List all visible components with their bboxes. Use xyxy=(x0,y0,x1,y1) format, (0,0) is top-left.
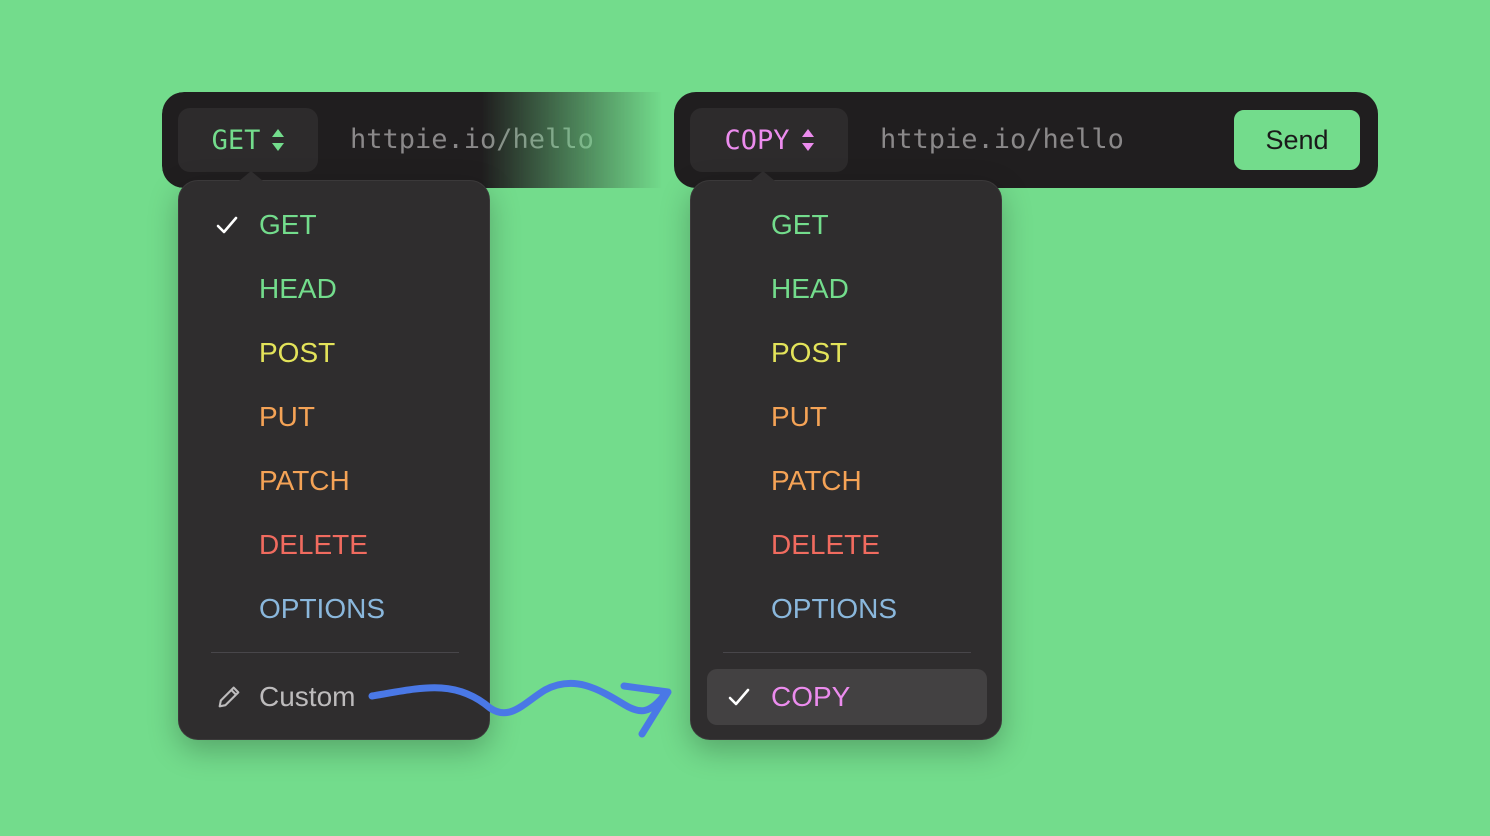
menu-item-label: HEAD xyxy=(259,273,337,304)
url-input[interactable]: httpie.io/hello xyxy=(880,92,1124,188)
pencil-icon xyxy=(218,686,240,708)
method-label: COPY xyxy=(724,124,790,156)
menu-item-label: OPTIONS xyxy=(771,593,898,624)
menu-item-head[interactable]: HEAD xyxy=(707,261,987,317)
menu-item-delete[interactable]: DELETE xyxy=(195,517,475,573)
menu-item-label: PUT xyxy=(771,401,827,432)
menu-item-label: GET xyxy=(771,209,829,240)
menu-item-put[interactable]: PUT xyxy=(195,389,475,445)
menu-item-get[interactable]: GET xyxy=(707,197,987,253)
menu-item-label: Custom xyxy=(259,681,356,712)
menu-item-label: PATCH xyxy=(771,465,862,496)
menu-item-label: DELETE xyxy=(771,529,880,560)
menu-item-copy[interactable]: COPY xyxy=(707,669,987,725)
method-select-button[interactable]: GET xyxy=(178,108,318,172)
menu-item-label: COPY xyxy=(771,681,851,712)
up-down-chevron-icon xyxy=(272,129,285,151)
menu-item-patch[interactable]: PATCH xyxy=(195,453,475,509)
request-bar-left: GET httpie.io/hello xyxy=(162,92,662,188)
send-button[interactable]: Send xyxy=(1232,108,1362,172)
menu-item-post[interactable]: POST xyxy=(707,325,987,381)
curvy-arrow-icon xyxy=(368,679,672,738)
request-bar-right: COPY httpie.io/hello Send xyxy=(674,92,1378,188)
menu-item-label: PATCH xyxy=(259,465,350,496)
menu-item-label: OPTIONS xyxy=(259,593,386,624)
method-select-button[interactable]: COPY xyxy=(690,108,848,172)
url-input[interactable]: httpie.io/hello xyxy=(350,92,594,188)
method-dropdown-menu-right: GET HEAD POST PUT PATCH DELETE OPTIONS C… xyxy=(690,171,1002,740)
menu-item-label: PUT xyxy=(259,401,315,432)
checkmark-icon xyxy=(216,216,238,234)
method-dropdown-menu-left: GET HEAD POST PUT PATCH DELETE OPTIONS C… xyxy=(178,171,490,740)
menu-item-label: POST xyxy=(771,337,848,368)
menu-divider xyxy=(211,652,459,653)
up-down-chevron-icon xyxy=(801,129,814,151)
menu-item-head[interactable]: HEAD xyxy=(195,261,475,317)
menu-item-put[interactable]: PUT xyxy=(707,389,987,445)
menu-item-patch[interactable]: PATCH xyxy=(707,453,987,509)
checkmark-icon xyxy=(728,688,750,706)
menu-item-options[interactable]: OPTIONS xyxy=(195,581,475,637)
menu-item-label: POST xyxy=(259,337,336,368)
menu-item-post[interactable]: POST xyxy=(195,325,475,381)
menu-item-label: GET xyxy=(259,209,317,240)
menu-item-label: DELETE xyxy=(259,529,368,560)
menu-divider xyxy=(723,652,971,653)
menu-item-label: HEAD xyxy=(771,273,849,304)
method-label: GET xyxy=(211,124,261,156)
menu-item-delete[interactable]: DELETE xyxy=(707,517,987,573)
menu-item-options[interactable]: OPTIONS xyxy=(707,581,987,637)
menu-item-get[interactable]: GET xyxy=(195,197,475,253)
